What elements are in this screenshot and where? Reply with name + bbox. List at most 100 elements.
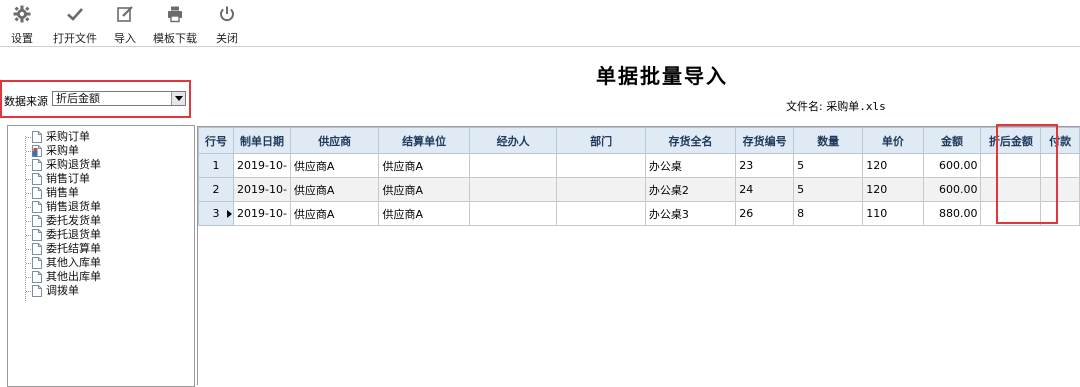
column-header[interactable]: 供应商 [289,127,380,154]
document-icon [32,285,42,297]
document-icon [32,271,42,283]
table-cell[interactable]: 5 [793,153,864,178]
column-header[interactable]: 行号 [198,127,234,154]
table-cell[interactable]: 2019-10- [232,177,291,202]
table-cell[interactable]: 2019-10- [232,201,291,226]
column-header[interactable]: 单价 [862,127,924,154]
table-cell[interactable] [1040,153,1080,178]
table-cell[interactable]: 24 [735,177,795,202]
table-cell[interactable]: 供应商A [378,153,470,178]
column-header[interactable]: 结算单位 [378,127,470,154]
tree-item-label: 采购单 [46,144,79,157]
tree-item-label: 采购退货单 [46,158,101,171]
gear-icon [12,4,32,24]
column-header[interactable]: 存货编号 [735,127,795,154]
table-cell[interactable] [980,153,1042,178]
chevron-down-icon[interactable] [171,92,185,105]
table-cell[interactable]: 供应商A [378,201,470,226]
table-cell[interactable] [556,201,646,226]
table-cell[interactable]: 880.00 [922,201,982,226]
tree-connector [26,150,31,152]
close-button[interactable]: 关闭 [216,4,238,46]
tree-item[interactable]: 销售单 [26,187,79,199]
table-row[interactable]: 1 2019-10- 供应商A 供应商A 办公桌 23 5 120 600.00 [198,153,1080,178]
table-cell[interactable]: 供应商A [289,201,380,226]
tree-item[interactable]: 销售订单 [26,173,90,185]
table-cell[interactable] [556,153,646,178]
settings-button[interactable]: 设置 [11,4,33,46]
data-source-label: 数据来源 [4,95,48,108]
tree-item[interactable]: 采购订单 [26,131,90,143]
table-cell[interactable]: 供应商A [289,177,380,202]
table-cell[interactable]: 600.00 [922,153,982,178]
column-header[interactable]: 存货全名 [644,127,737,154]
document-icon [32,243,42,255]
table-cell[interactable] [980,177,1042,202]
tree-item[interactable]: 其他入库单 [26,257,101,269]
table-cell[interactable]: 供应商A [289,153,380,178]
table-cell[interactable] [1040,201,1080,226]
table-cell[interactable]: 供应商A [378,177,470,202]
tree-item[interactable]: 调拨单 [26,285,79,297]
column-header[interactable]: 数量 [793,127,864,154]
column-header[interactable]: 金额 [922,127,982,154]
tree-item[interactable]: 其他出库单 [26,271,101,283]
table-cell[interactable]: 办公桌3 [644,201,737,226]
row-number-cell[interactable]: 2 [198,177,234,202]
table-cell[interactable]: 120 [862,177,924,202]
table-cell[interactable] [468,177,558,202]
tree-item[interactable]: 委托退货单 [26,229,101,241]
tree-item[interactable]: 采购单 [26,145,79,157]
import-button[interactable]: 导入 [114,4,136,46]
column-header[interactable]: 经办人 [468,127,558,154]
tree-item-label: 采购订单 [46,130,90,143]
tree-connector [26,220,31,222]
edit-icon [115,4,135,24]
table-cell[interactable] [468,153,558,178]
column-header[interactable]: 付款 [1040,127,1080,154]
table-cell[interactable]: 办公桌 [644,153,737,178]
tree-connector [26,248,31,250]
table-cell[interactable]: 2019-10- [232,153,291,178]
tree-item[interactable]: 委托发货单 [26,215,101,227]
document-icon [32,187,42,199]
bill-type-tree: 采购订单 采购单 采购退货单销售订单销售单销售退货单委托发货单委托退货单委托结算单其… [7,125,195,387]
row-number: 2 [212,183,220,196]
row-number-cell[interactable]: 1 [198,153,234,178]
filename-value: 采购单.xls [826,100,886,113]
tree-item[interactable]: 销售退货单 [26,201,101,213]
table-cell[interactable]: 120 [862,153,924,178]
table-cell[interactable]: 26 [735,201,795,226]
template-download-button[interactable]: 模板下载 [153,4,197,46]
table-cell[interactable]: 600.00 [922,177,982,202]
table-cell[interactable]: 110 [862,201,924,226]
tree-connector [26,136,31,138]
document-icon [32,173,42,185]
tree-item[interactable]: 委托结算单 [26,243,101,255]
tree-connector [26,234,31,236]
table-cell[interactable]: 5 [793,177,864,202]
table-cell[interactable]: 办公桌2 [644,177,737,202]
settings-label: 设置 [11,32,33,45]
table-cell[interactable] [980,201,1042,226]
table-row[interactable]: 3 2019-10- 供应商A 供应商A 办公桌3 26 8 110 880.00 [198,201,1080,226]
column-header[interactable]: 制单日期 [232,127,291,154]
row-number-cell[interactable]: 3 [198,201,234,226]
template-download-label: 模板下载 [153,32,197,45]
column-header[interactable]: 部门 [556,127,646,154]
open-file-button[interactable]: 打开文件 [53,4,97,46]
tree-connector [26,192,31,194]
data-source-select[interactable]: 折后金额 [52,91,186,106]
table-row[interactable]: 2 2019-10- 供应商A 供应商A 办公桌2 24 5 120 600.00 [198,177,1080,202]
filename-display: 文件名: 采购单.xls [786,98,886,114]
table-cell[interactable] [1040,177,1080,202]
tree-connector [26,290,31,292]
document-icon [32,201,42,213]
table-cell[interactable] [556,177,646,202]
close-label: 关闭 [216,32,238,45]
tree-item[interactable]: 采购退货单 [26,159,101,171]
table-cell[interactable] [468,201,558,226]
column-header[interactable]: 折后金额 [980,127,1042,154]
table-cell[interactable]: 23 [735,153,795,178]
table-cell[interactable]: 8 [793,201,864,226]
